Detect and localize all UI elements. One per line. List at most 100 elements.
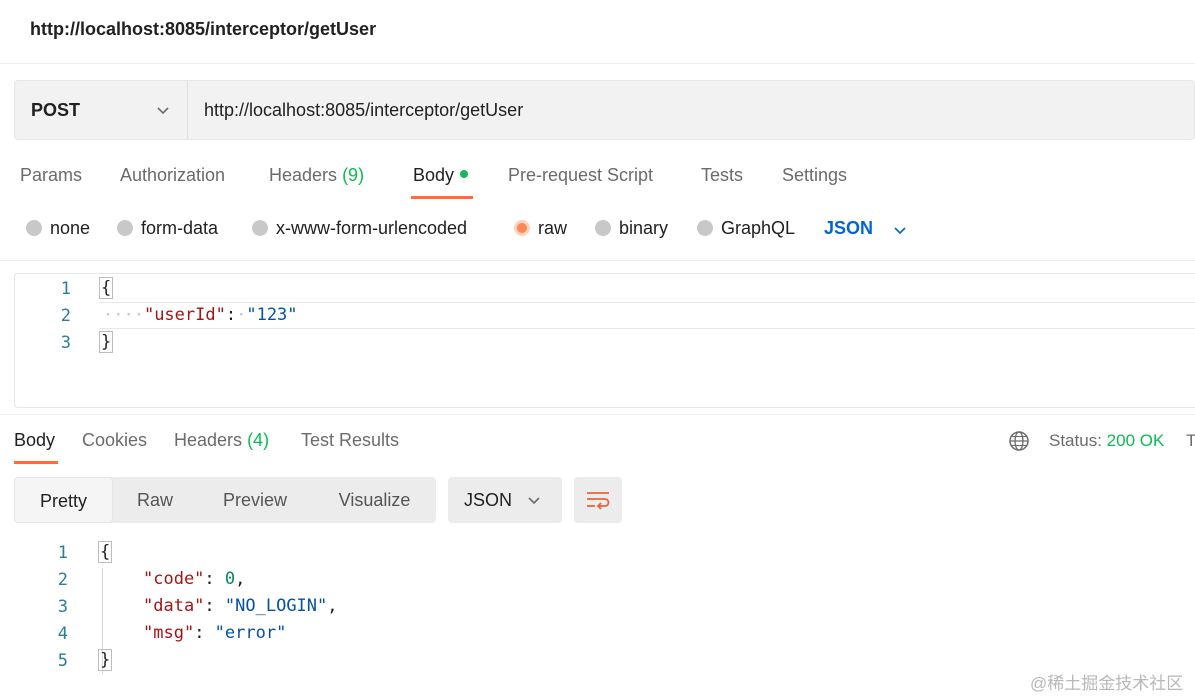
json-key: "data": [143, 596, 205, 616]
radio-graphql[interactable]: GraphQL: [697, 218, 795, 239]
json-colon: :: [204, 596, 225, 616]
status-value: 200 OK: [1106, 431, 1165, 450]
tab-settings[interactable]: Settings: [782, 165, 847, 186]
tab-response-body[interactable]: Body: [14, 430, 55, 451]
divider: [0, 260, 1195, 261]
modified-dot-icon: [460, 170, 469, 178]
response-view-modes: Pretty Raw Preview Visualize: [14, 477, 436, 523]
whitespace-dot: ·: [236, 305, 247, 325]
response-tabs: Body Cookies Headers (4) Test Results St…: [0, 425, 1195, 465]
chevron-down-icon: [157, 107, 169, 115]
response-format-select[interactable]: JSON: [448, 477, 562, 523]
radio-label: x-www-form-urlencoded: [276, 218, 468, 238]
tab-label: Test Results: [301, 430, 400, 450]
tab-headers[interactable]: Headers (9): [269, 165, 364, 186]
request-tabs: Params Authorization Headers (9) Body Pr…: [0, 160, 1195, 200]
json-key: "userId": [143, 305, 226, 325]
code-line: ····"userId":·"123": [103, 305, 298, 331]
code-line: "data": "NO_LOGIN",: [143, 596, 338, 622]
json-value: "123": [246, 305, 298, 325]
radio-label: raw: [538, 218, 568, 238]
open-brace: {: [99, 277, 114, 299]
view-visualize[interactable]: Visualize: [313, 477, 436, 523]
method-select[interactable]: POST: [15, 81, 188, 139]
tab-label: Body: [413, 165, 455, 185]
line-number: 1: [57, 543, 68, 563]
active-tab-indicator: [411, 196, 473, 199]
line-number: 2: [57, 570, 68, 590]
line-number: 2: [60, 306, 71, 326]
code-line: }: [98, 649, 113, 675]
wrap-lines-button[interactable]: [574, 477, 622, 523]
wrap-lines-icon: [587, 492, 610, 510]
json-key: "code": [143, 569, 205, 589]
tab-params[interactable]: Params: [20, 165, 82, 186]
tab-pre-request-script[interactable]: Pre-request Script: [508, 165, 653, 186]
line-number: 4: [57, 624, 68, 644]
close-brace: }: [99, 331, 114, 353]
tab-tests[interactable]: Tests: [701, 165, 743, 186]
indent-whitespace: ····: [103, 305, 144, 325]
chevron-down-icon: [528, 497, 540, 505]
tab-test-results[interactable]: Test Results: [301, 430, 399, 451]
radio-label: binary: [619, 218, 669, 238]
json-key: "msg": [143, 623, 195, 643]
url-bar: POST http://localhost:8085/interceptor/g…: [14, 80, 1195, 140]
view-preview[interactable]: Preview: [197, 477, 313, 523]
status-label: Status:: [1049, 431, 1102, 450]
code-line: {: [98, 541, 113, 567]
code-line: }: [99, 331, 114, 357]
radio-none[interactable]: none: [26, 218, 90, 239]
json-value: "error": [214, 623, 287, 643]
request-body-editor[interactable]: 1 2 3 { ····"userId":·"123" }: [14, 273, 1195, 408]
tab-label: Cookies: [82, 430, 148, 450]
tab-response-headers[interactable]: Headers (4): [174, 430, 269, 451]
tab-authorization[interactable]: Authorization: [120, 165, 225, 186]
radio-form-data[interactable]: form-data: [117, 218, 218, 239]
line-number: 3: [60, 333, 71, 353]
close-brace: }: [98, 649, 113, 671]
json-value: 0: [224, 569, 236, 589]
tab-body[interactable]: Body: [413, 165, 469, 186]
line-number: 5: [57, 651, 68, 671]
globe-icon[interactable]: [1008, 430, 1030, 452]
url-input[interactable]: http://localhost:8085/interceptor/getUse…: [204, 100, 523, 121]
view-pretty[interactable]: Pretty: [14, 477, 113, 523]
radio-label: none: [50, 218, 91, 238]
radio-binary[interactable]: binary: [595, 218, 668, 239]
raw-format-select[interactable]: JSON: [824, 218, 873, 239]
line-number: 1: [60, 279, 71, 299]
json-colon: :: [194, 623, 215, 643]
line-number: 3: [57, 597, 68, 617]
json-value: "NO_LOGIN": [224, 596, 328, 616]
tab-label: Authorization: [120, 165, 226, 185]
json-comma: ,: [235, 569, 246, 589]
json-colon: :: [204, 569, 225, 589]
tab-label: Tests: [701, 165, 744, 185]
response-time-label: T: [1186, 431, 1195, 450]
code-line: "msg": "error": [143, 623, 286, 649]
radio-button-selected: [514, 220, 530, 236]
view-raw[interactable]: Raw: [113, 477, 197, 523]
radio-x-www-form-urlencoded[interactable]: x-www-form-urlencoded: [252, 218, 467, 239]
tab-cookies[interactable]: Cookies: [82, 430, 147, 451]
watermark: @稀土掘金技术社区: [1030, 674, 1184, 693]
tab-label: Settings: [782, 165, 848, 185]
response-body-editor[interactable]: 1 2 3 4 5 { "code": 0, "data": "NO_LOGIN…: [0, 538, 1195, 697]
json-comma: ,: [327, 596, 338, 616]
request-title[interactable]: http://localhost:8085/interceptor/getUse…: [30, 19, 376, 40]
divider: [0, 414, 1195, 415]
radio-button: [595, 220, 611, 236]
tab-label: Body: [14, 430, 56, 450]
radio-raw[interactable]: raw: [514, 218, 567, 239]
body-type-options: none form-data x-www-form-urlencoded raw…: [0, 212, 1195, 248]
radio-label: form-data: [141, 218, 219, 238]
radio-label: GraphQL: [721, 218, 796, 238]
tab-label: Params: [20, 165, 83, 185]
tab-label: Pre-request Script: [508, 165, 654, 185]
format-label: JSON: [464, 490, 513, 510]
open-brace: {: [98, 541, 113, 563]
radio-button: [117, 220, 133, 236]
chevron-down-icon[interactable]: [893, 223, 907, 237]
code-line: "code": 0,: [143, 569, 245, 595]
